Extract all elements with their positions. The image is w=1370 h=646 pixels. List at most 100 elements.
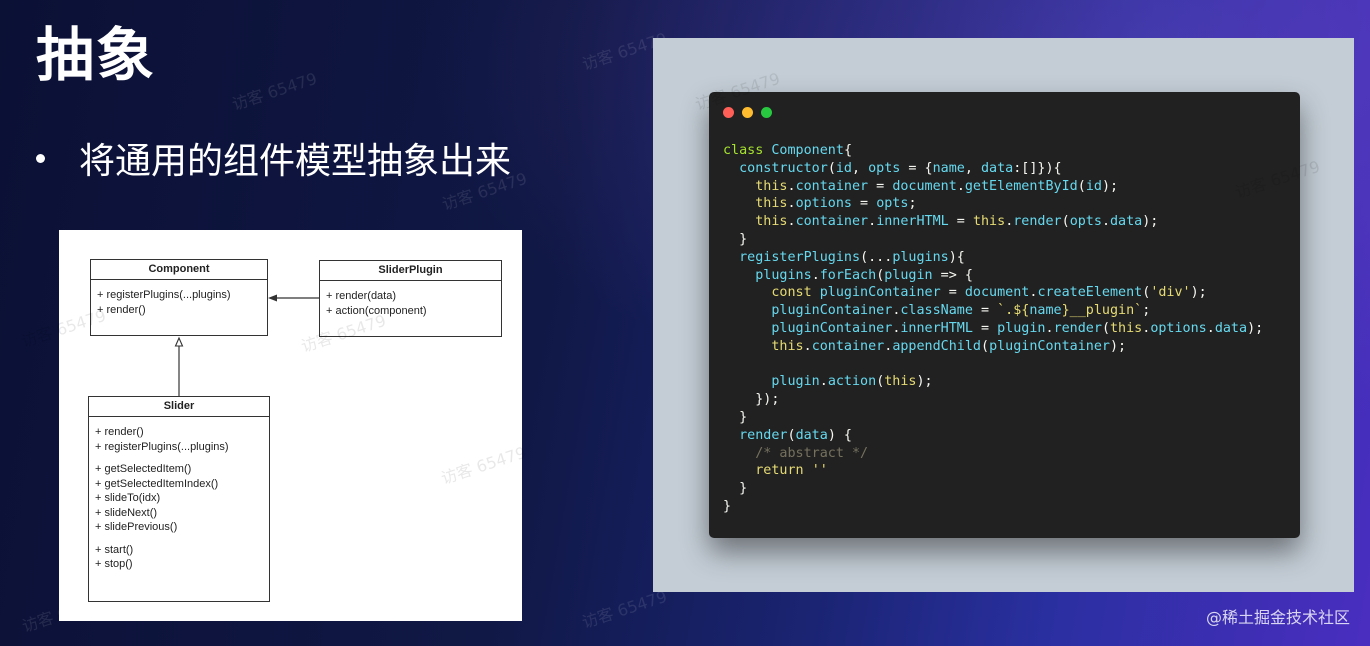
class-component: Component + registerPlugins(...plugins) … — [90, 259, 268, 336]
code-token: opts — [1069, 214, 1102, 230]
code-token: ); — [1101, 178, 1119, 194]
bullet-item: 将通用的组件模型抽象出来 — [36, 132, 511, 184]
code-token: this — [972, 214, 1006, 230]
code-token: data — [1214, 320, 1248, 336]
window-controls — [723, 107, 772, 118]
class-sliderplugin: SliderPlugin + render(data) + action(com… — [319, 260, 502, 337]
code-token: }); — [723, 392, 780, 408]
code-token: => { — [932, 267, 973, 283]
code-token: this — [884, 374, 917, 390]
code-line: }); — [723, 391, 1263, 409]
code-token: Component — [771, 143, 844, 158]
code-token: this — [755, 196, 788, 212]
code-token: . — [787, 196, 796, 212]
code-token: innerHTML — [900, 320, 973, 336]
inheritance-arrow-icon — [174, 336, 184, 347]
code-token: innerHTML — [876, 214, 949, 230]
class-method: + registerPlugins(...plugins) — [95, 440, 229, 453]
code-line: this.container = document.getElementById… — [723, 178, 1263, 196]
code-token: , — [852, 160, 869, 176]
code-token: name — [932, 160, 965, 176]
code-token: ){ — [948, 249, 965, 265]
code-token: container — [795, 178, 869, 194]
code-line: render(data) { — [723, 427, 1263, 445]
code-line: plugins.forEach(plugin => { — [723, 267, 1263, 285]
class-method: + start() — [95, 543, 134, 556]
code-token: . — [1045, 320, 1054, 336]
code-line: const pluginContainer = document.createE… — [723, 284, 1263, 302]
code-token: plugin — [884, 267, 933, 283]
class-slider: Slider + render() + registerPlugins(...p… — [88, 396, 270, 602]
class-method: + render() — [97, 303, 146, 316]
bullet-text: 将通用的组件模型抽象出来 — [79, 141, 512, 182]
code-token: opts — [876, 196, 909, 212]
code-token: options — [795, 196, 852, 212]
code-token: this — [1110, 320, 1143, 336]
code-token: ( — [787, 427, 796, 443]
code-token: '' — [811, 463, 828, 479]
code-token: } — [723, 481, 748, 497]
code-token: } — [723, 498, 732, 514]
code-token: plugins — [892, 249, 949, 265]
code-token: getElementById — [964, 178, 1078, 194]
code-token: ( — [1077, 178, 1086, 194]
code-token: = — [852, 196, 877, 212]
code-line: } — [723, 498, 1263, 516]
code-token: render — [1013, 214, 1062, 230]
code-token: className — [900, 303, 973, 319]
code-token: } — [723, 409, 748, 425]
code-token: . — [787, 178, 796, 194]
code-window: class Component{ constructor(id, opts = … — [709, 92, 1300, 538]
code-token: data — [981, 160, 1014, 176]
minimize-dot-icon — [742, 107, 753, 118]
code-token: } — [723, 231, 748, 247]
code-line: class Component{ — [723, 142, 1263, 160]
code-line: pluginContainer.innerHTML = plugin.rende… — [723, 320, 1263, 338]
code-token: name — [1029, 303, 1062, 319]
class-name: SliderPlugin — [320, 261, 501, 281]
code-token: pluginContainer — [819, 285, 941, 301]
code-line: } — [723, 480, 1263, 498]
code-token: plugin — [997, 320, 1046, 336]
code-token: data — [1110, 214, 1143, 230]
slide-title: 抽象 — [36, 21, 157, 89]
code-token: pluginContainer — [771, 303, 893, 319]
code-token: createElement — [1037, 285, 1143, 301]
code-token: = — [868, 178, 893, 194]
class-method: + slideNext() — [95, 506, 158, 519]
code-line: pluginContainer.className = `.${name}__p… — [723, 302, 1263, 320]
maximize-dot-icon — [761, 107, 772, 118]
class-method: + stop() — [95, 558, 133, 570]
close-dot-icon — [723, 107, 734, 118]
uml-diagram: Component + registerPlugins(...plugins) … — [19, 230, 528, 621]
code-token: ( — [1101, 320, 1110, 336]
code-screenshot: class Component{ constructor(id, opts = … — [653, 38, 1354, 592]
code-token: }__plugin` — [1061, 303, 1143, 319]
code-token: pluginContainer — [989, 338, 1110, 354]
code-token: document — [892, 178, 957, 194]
code-line: plugin.action(this); — [723, 373, 1263, 391]
code-line: this.container.appendChild(pluginContain… — [723, 338, 1263, 356]
source-credit: @稀土掘金技术社区 — [1205, 608, 1350, 627]
code-line: } — [723, 231, 1263, 249]
code-token: ); — [1142, 214, 1159, 230]
code-token: . — [1101, 214, 1110, 230]
code-token: ; — [908, 196, 917, 212]
code-token: = — [940, 285, 965, 301]
code-line: constructor(id, opts = {name, data:[]}){ — [723, 160, 1263, 178]
code-line: this.options = opts; — [723, 195, 1263, 213]
code-token: pluginContainer — [771, 320, 893, 336]
code-token: . — [787, 214, 796, 230]
code-token: :[]}){ — [1013, 160, 1062, 176]
code-token: `.${ — [997, 303, 1030, 319]
class-method: + render(data) — [326, 290, 397, 302]
code-token: ( — [981, 338, 990, 354]
